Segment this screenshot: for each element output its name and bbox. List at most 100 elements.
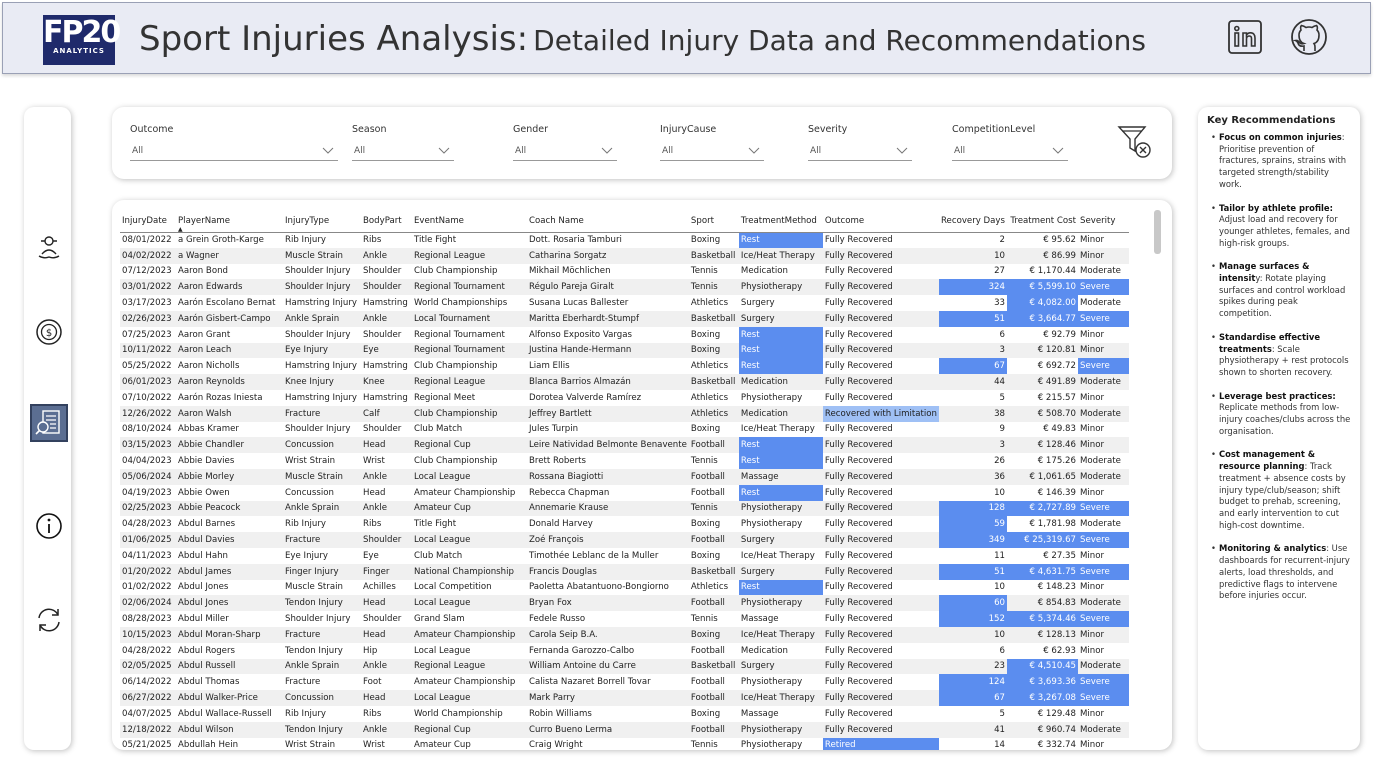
report-icon-active[interactable]: [30, 404, 68, 442]
cell-treatment-cost: € 2,727.89: [1007, 500, 1078, 517]
table-row[interactable]: 01/06/2025 Abdul Davies Fracture Shoulder Lo…: [120, 532, 1129, 548]
table-row[interactable]: 04/19/2023 Abbie Owen Concussion Head Amateu…: [120, 484, 1129, 501]
cell-recovery-days: 6: [999, 329, 1005, 340]
table-row[interactable]: 10/15/2023 Abdul Moran-Sharp Fracture Head A…: [120, 626, 1129, 643]
col-treatmentcost[interactable]: Treatment Cost: [1007, 210, 1078, 233]
cell-injurytype: Concussion: [283, 437, 361, 454]
table-row[interactable]: 06/27/2022 Abdul Walker-Price Concussion He…: [120, 690, 1129, 706]
table-row[interactable]: 03/17/2023 Aarón Escolano Bernat Hamstring…: [120, 295, 1129, 311]
filter-season[interactable]: Season All: [352, 124, 454, 161]
cell-treatment-cost: € 25,319.67: [1007, 532, 1078, 548]
col-treatmentmethod[interactable]: TreatmentMethod: [738, 210, 823, 233]
github-icon[interactable]: [1289, 17, 1329, 57]
cell-injurydate: 06/14/2022: [122, 677, 172, 688]
table-row[interactable]: 01/02/2022 Abdul Jones Muscle Strain Achill…: [120, 579, 1129, 596]
cell-treatment-cost: € 86.99: [1007, 247, 1078, 264]
cell-outcome: Fully Recovered: [824, 677, 893, 688]
cell-sport: Boxing: [690, 550, 721, 561]
table-row[interactable]: 06/14/2022 Abdul Thomas Fracture Foot Amateu…: [120, 674, 1129, 691]
filter-severity[interactable]: Severity All: [808, 124, 912, 161]
col-injurytype[interactable]: InjuryType: [283, 210, 361, 233]
table-row[interactable]: 02/25/2023 Abbie Peacock Ankle Sprain Ankle…: [120, 500, 1129, 517]
table-row[interactable]: 05/25/2022 Aaron Nicholls Hamstring Injury…: [120, 358, 1129, 375]
filter-dropdown[interactable]: All: [952, 143, 1068, 161]
table-row[interactable]: 08/10/2024 Abbas Kramer Shoulder Injury Sho…: [120, 422, 1129, 438]
table-row[interactable]: 04/07/2025 Abdul Wallace-Russell Rib Injur…: [120, 706, 1129, 722]
cell-playername: Abbie Davies: [178, 456, 235, 467]
cell-treatment-cost: € 854.83: [1007, 595, 1078, 612]
col-bodypart[interactable]: BodyPart: [361, 210, 412, 233]
filter-competitionlevel[interactable]: CompetitionLevel All: [952, 124, 1068, 161]
filter-injurycause[interactable]: InjuryCause All: [660, 124, 764, 161]
cell-recovery-days: 9: [999, 424, 1005, 435]
col-sport[interactable]: Sport: [688, 210, 739, 233]
table-row[interactable]: 03/15/2023 Abbie Chandler Concussion Head Re…: [120, 437, 1129, 454]
table-row[interactable]: 06/01/2023 Aaron Reynolds Knee Injury Knee R…: [120, 374, 1129, 390]
cell-playername: Aarón Escolano Bernat: [178, 298, 276, 309]
clear-filters-icon[interactable]: [1115, 121, 1155, 161]
table-row[interactable]: 05/21/2025 Abdullah Hein Wrist Strain Wrist…: [120, 737, 1129, 750]
col-coachname[interactable]: Coach Name: [527, 210, 689, 233]
cell-injurytype: Concussion: [283, 690, 361, 706]
col-outcome[interactable]: Outcome: [822, 210, 939, 233]
filter-dropdown[interactable]: All: [808, 143, 912, 161]
table-row[interactable]: 07/10/2022 Aarón Rozas Iniesta Hamstring I…: [120, 390, 1129, 406]
table-row[interactable]: 05/06/2024 Abbie Morley Muscle Strain Ankle…: [120, 468, 1129, 485]
cell-treatment-cost: € 692.72: [1037, 361, 1076, 372]
cell-treatmentmethod: Ice/Heat Therapy: [740, 550, 815, 561]
cell-eventname: Regional League: [412, 247, 527, 264]
cell-eventname: Club Match: [414, 550, 463, 561]
filter-dropdown[interactable]: All: [660, 143, 764, 161]
table-row[interactable]: 02/26/2023 Aarón Gisbert-Campo Ankle Sprai…: [120, 310, 1129, 327]
cell-injurytype: Hamstring Injury: [285, 298, 357, 309]
table-row[interactable]: 10/11/2022 Aaron Leach Eye Injury Eye Region…: [120, 342, 1129, 359]
col-recoverydays[interactable]: Recovery Days: [938, 210, 1007, 233]
cell-treatment-cost: € 92.79: [1043, 329, 1076, 340]
filter-dropdown[interactable]: All: [513, 143, 617, 161]
table-row[interactable]: 08/01/2022 a Grein Groth-Karge Rib Injury R…: [120, 232, 1129, 248]
cell-injurydate: 12/18/2022: [120, 721, 176, 738]
filter-label: CompetitionLevel: [952, 124, 1036, 135]
col-playername[interactable]: PlayerName: [176, 210, 283, 233]
filter-gender[interactable]: Gender All: [513, 124, 617, 161]
table-scrollbar[interactable]: [1154, 210, 1161, 254]
cell-severity: Minor: [1080, 740, 1105, 750]
table-row[interactable]: 04/11/2023 Abdul Hahn Eye Injury Eye Club Ma…: [120, 548, 1129, 564]
cell-sport: Athletics: [690, 361, 729, 372]
cell-injurydate: 02/05/2025: [120, 658, 176, 675]
cell-severity: Severe: [1078, 279, 1129, 296]
linkedin-icon[interactable]: [1225, 17, 1265, 57]
cell-outcome: Fully Recovered: [824, 235, 893, 246]
cell-injurytype: Knee Injury: [283, 374, 361, 390]
table-row[interactable]: 01/20/2022 Abdul James Finger Injury Finger…: [120, 563, 1129, 580]
filter-outcome[interactable]: Outcome All: [130, 124, 338, 161]
info-icon[interactable]: [34, 511, 64, 541]
table-row[interactable]: 04/28/2023 Abdul Barnes Rib Injury Ribs Titl…: [120, 516, 1129, 533]
cost-icon[interactable]: $: [34, 317, 64, 347]
table-row[interactable]: 07/12/2023 Aaron Bond Shoulder Injury Shoul…: [120, 264, 1129, 280]
table-row[interactable]: 03/01/2022 Aaron Edwards Shoulder Injury Sh…: [120, 279, 1129, 296]
col-eventname[interactable]: EventName: [412, 210, 527, 233]
table-row[interactable]: 02/05/2025 Abdul Russell Ankle Sprain Ankle…: [120, 658, 1129, 675]
table-row[interactable]: 04/28/2022 Abdul Rogers Tendon Injury Hip Lo…: [120, 643, 1129, 659]
cell-injurydate: 05/21/2025: [122, 740, 172, 750]
col-injurydate[interactable]: InjuryDate ▲: [120, 210, 183, 233]
cell-injurytype: Eye Injury: [283, 342, 361, 359]
table-row[interactable]: 04/04/2023 Abbie Davies Wrist Strain Wrist C…: [120, 453, 1129, 469]
table-row[interactable]: 02/06/2024 Abdul Jones Tendon Injury Head Lo…: [120, 595, 1129, 612]
cell-bodypart: Ribs: [363, 235, 382, 246]
refresh-icon[interactable]: [34, 605, 64, 635]
table-row[interactable]: 07/25/2023 Aaron Grant Shoulder Injury Shou…: [120, 326, 1129, 343]
cell-bodypart: Shoulder: [361, 532, 412, 548]
cell-injurytype: Ankle Sprain: [283, 658, 361, 675]
rehab-icon[interactable]: [34, 232, 64, 262]
col-severity[interactable]: Severity: [1078, 210, 1129, 233]
filter-dropdown[interactable]: All: [130, 143, 338, 161]
table-row[interactable]: 04/02/2022 a Wagner Muscle Strain Ankle Regi…: [120, 247, 1129, 264]
table-row[interactable]: 08/28/2023 Abdul Miller Shoulder Injury Sho…: [120, 611, 1129, 627]
cell-outcome: Fully Recovered: [822, 279, 939, 296]
cell-severity: Minor: [1080, 550, 1105, 561]
table-row[interactable]: 12/26/2022 Aaron Walsh Fracture Calf Club Ch…: [120, 405, 1129, 422]
table-row[interactable]: 12/18/2022 Abdul Wilson Tendon Injury Ankle…: [120, 721, 1129, 738]
filter-dropdown[interactable]: All: [352, 143, 454, 161]
